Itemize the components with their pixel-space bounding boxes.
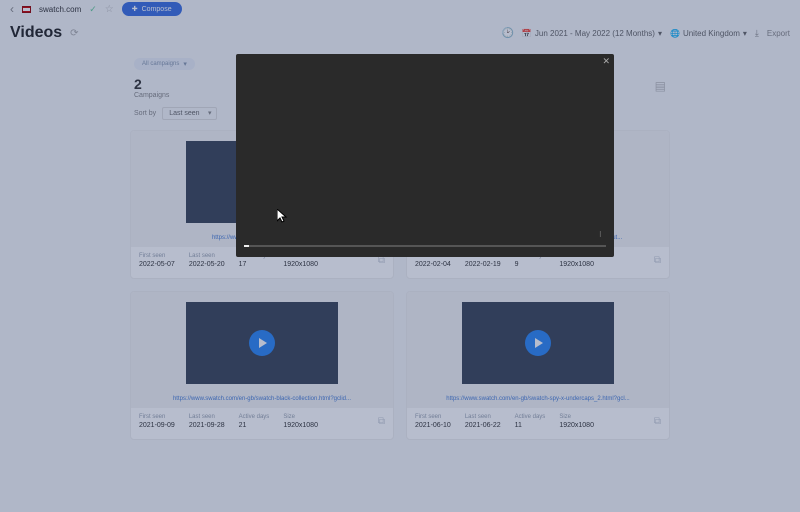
video-modal: ✕ ⠇ bbox=[236, 54, 614, 257]
progress-handle[interactable]: ⠇ bbox=[599, 231, 604, 239]
cursor-icon bbox=[277, 209, 289, 228]
close-icon[interactable]: ✕ bbox=[602, 56, 610, 67]
video-progress[interactable] bbox=[244, 245, 606, 247]
